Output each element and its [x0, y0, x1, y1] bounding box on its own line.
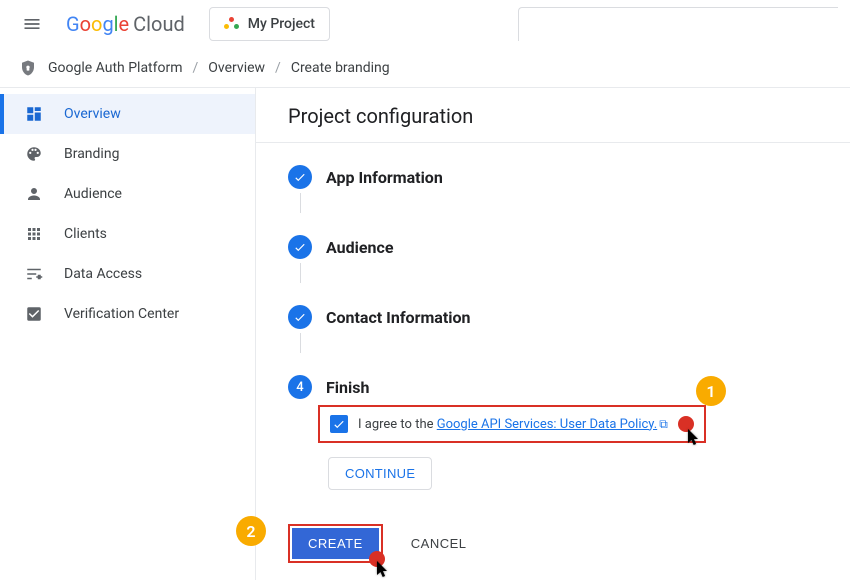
cancel-button[interactable]: CANCEL: [411, 536, 467, 551]
divider: [256, 142, 850, 143]
sidebar-item-label: Audience: [64, 186, 122, 202]
step-title: Finish: [326, 378, 369, 397]
page-title: Project configuration: [288, 104, 850, 142]
external-link-icon: ⧉: [659, 417, 668, 431]
continue-button[interactable]: CONTINUE: [328, 457, 432, 490]
sidebar-item-overview[interactable]: Overview: [0, 94, 255, 134]
sidebar-item-verification-center[interactable]: Verification Center: [0, 294, 255, 334]
step-connector: [300, 333, 301, 353]
hamburger-menu-button[interactable]: [12, 4, 52, 44]
project-dots-icon: [224, 16, 240, 32]
callout-2: 2: [236, 516, 266, 546]
sidebar-item-data-access[interactable]: Data Access: [0, 254, 255, 294]
breadcrumb-overview[interactable]: Overview: [208, 60, 265, 76]
annotation-dot: [369, 551, 385, 567]
palette-icon: [24, 144, 44, 164]
agree-text: I agree to the Google API Services: User…: [358, 417, 668, 432]
sidebar-item-label: Verification Center: [64, 306, 179, 322]
search-input[interactable]: [518, 7, 838, 41]
user-data-policy-link[interactable]: Google API Services: User Data Policy.: [437, 417, 657, 432]
check-circle-icon: [288, 305, 312, 329]
sidebar-item-label: Data Access: [64, 266, 142, 282]
sidebar-item-branding[interactable]: Branding: [0, 134, 255, 174]
project-selector[interactable]: My Project: [209, 7, 330, 41]
step-title: Contact Information: [326, 308, 471, 327]
breadcrumb-create-branding[interactable]: Create branding: [291, 60, 390, 76]
check-box-icon: [24, 304, 44, 324]
sidebar-item-label: Branding: [64, 146, 119, 162]
cursor-icon: [688, 429, 702, 447]
step-finish: 4 Finish I agree to the Google API Servi…: [288, 375, 850, 490]
step-connector: [300, 193, 301, 213]
tune-icon: [24, 264, 44, 284]
step-title: App Information: [326, 168, 443, 187]
step-audience[interactable]: Audience: [288, 235, 850, 283]
create-highlight-box: CREATE: [288, 524, 383, 563]
agree-checkbox[interactable]: [330, 415, 348, 433]
logo-cloud-text: Cloud: [133, 12, 185, 36]
annotation-dot: [678, 416, 694, 432]
agree-highlight-box: I agree to the Google API Services: User…: [318, 405, 706, 443]
check-circle-icon: [288, 235, 312, 259]
apps-icon: [24, 224, 44, 244]
sidebar-item-clients[interactable]: Clients: [0, 214, 255, 254]
create-button[interactable]: CREATE: [292, 528, 379, 559]
step-connector: [300, 263, 301, 283]
callout-1: 1: [696, 376, 726, 406]
project-label: My Project: [248, 16, 315, 32]
breadcrumb-separator: /: [275, 60, 281, 76]
sidebar-item-audience[interactable]: Audience: [0, 174, 255, 214]
check-circle-icon: [288, 165, 312, 189]
step-contact-information[interactable]: Contact Information: [288, 305, 850, 353]
dashboard-icon: [24, 104, 44, 124]
breadcrumb-separator: /: [193, 60, 199, 76]
sidebar-item-label: Overview: [64, 106, 121, 122]
agree-prefix: I agree to the: [358, 417, 437, 432]
menu-icon: [22, 14, 42, 34]
shield-icon: [18, 58, 38, 78]
breadcrumb: Google Auth Platform / Overview / Create…: [0, 48, 850, 88]
breadcrumb-product[interactable]: Google Auth Platform: [48, 60, 183, 76]
step-title: Audience: [326, 238, 393, 257]
google-cloud-logo[interactable]: Google Cloud: [66, 12, 185, 36]
step-app-information[interactable]: App Information: [288, 165, 850, 213]
person-icon: [24, 184, 44, 204]
sidebar-item-label: Clients: [64, 226, 107, 242]
step-number-icon: 4: [288, 375, 312, 399]
sidebar: Overview Branding Audience Clients Data …: [0, 88, 256, 580]
